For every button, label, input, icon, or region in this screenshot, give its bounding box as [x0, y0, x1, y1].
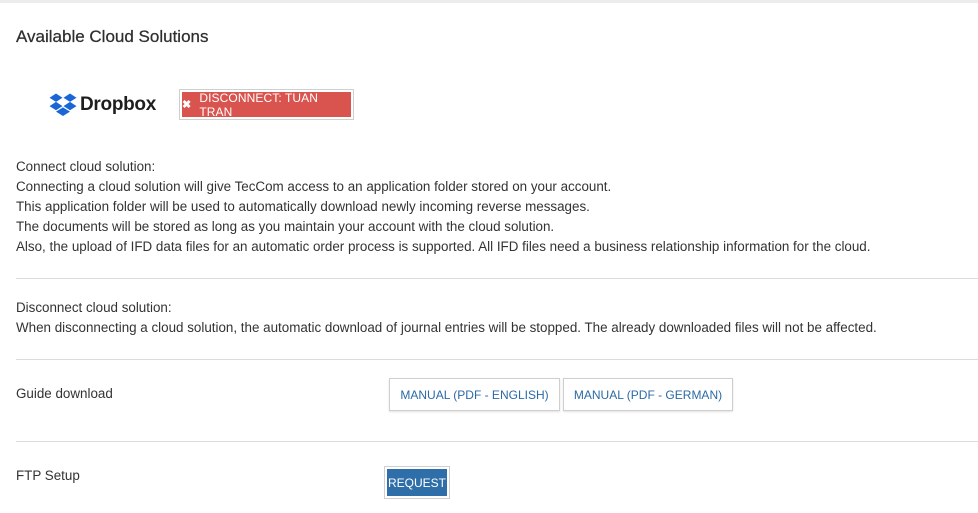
- guide-download-label: Guide download: [16, 386, 113, 401]
- disconnect-info: Disconnect cloud solution: When disconne…: [16, 298, 877, 338]
- connect-line: Also, the upload of IFD data files for a…: [16, 239, 871, 254]
- connect-line: The documents will be stored as long as …: [16, 219, 555, 234]
- disconnect-text: When disconnecting a cloud solution, the…: [16, 320, 877, 335]
- divider: [16, 359, 978, 360]
- page-title: Available Cloud Solutions: [16, 27, 209, 46]
- manual-english-button[interactable]: MANUAL (PDF - ENGLISH): [389, 378, 560, 411]
- connect-line: This application folder will be used to …: [16, 199, 590, 214]
- close-icon: ✖: [182, 99, 192, 111]
- ftp-setup-label: FTP Setup: [16, 468, 80, 483]
- disconnect-label: DISCONNECT: TUAN TRAN: [199, 90, 319, 119]
- divider: [16, 278, 978, 279]
- top-border: [0, 0, 978, 3]
- connect-info: Connect cloud solution: Connecting a clo…: [16, 157, 870, 257]
- request-button-face[interactable]: REQUEST: [387, 469, 447, 496]
- manual-german-button[interactable]: MANUAL (PDF - GERMAN): [563, 378, 733, 411]
- disconnect-button-face[interactable]: ✖ DISCONNECT: TUAN TRAN: [182, 90, 351, 119]
- provider-name: Dropbox: [80, 94, 157, 115]
- request-button[interactable]: REQUEST: [384, 466, 450, 499]
- dropbox-logo: Dropbox: [49, 91, 156, 119]
- dropbox-icon: [49, 93, 77, 116]
- disconnect-heading: Disconnect cloud solution:: [16, 300, 172, 315]
- connect-line: Connecting a cloud solution will give Te…: [16, 179, 612, 194]
- connect-heading: Connect cloud solution:: [16, 159, 156, 174]
- divider: [16, 441, 978, 442]
- disconnect-button[interactable]: ✖ DISCONNECT: TUAN TRAN: [179, 89, 354, 120]
